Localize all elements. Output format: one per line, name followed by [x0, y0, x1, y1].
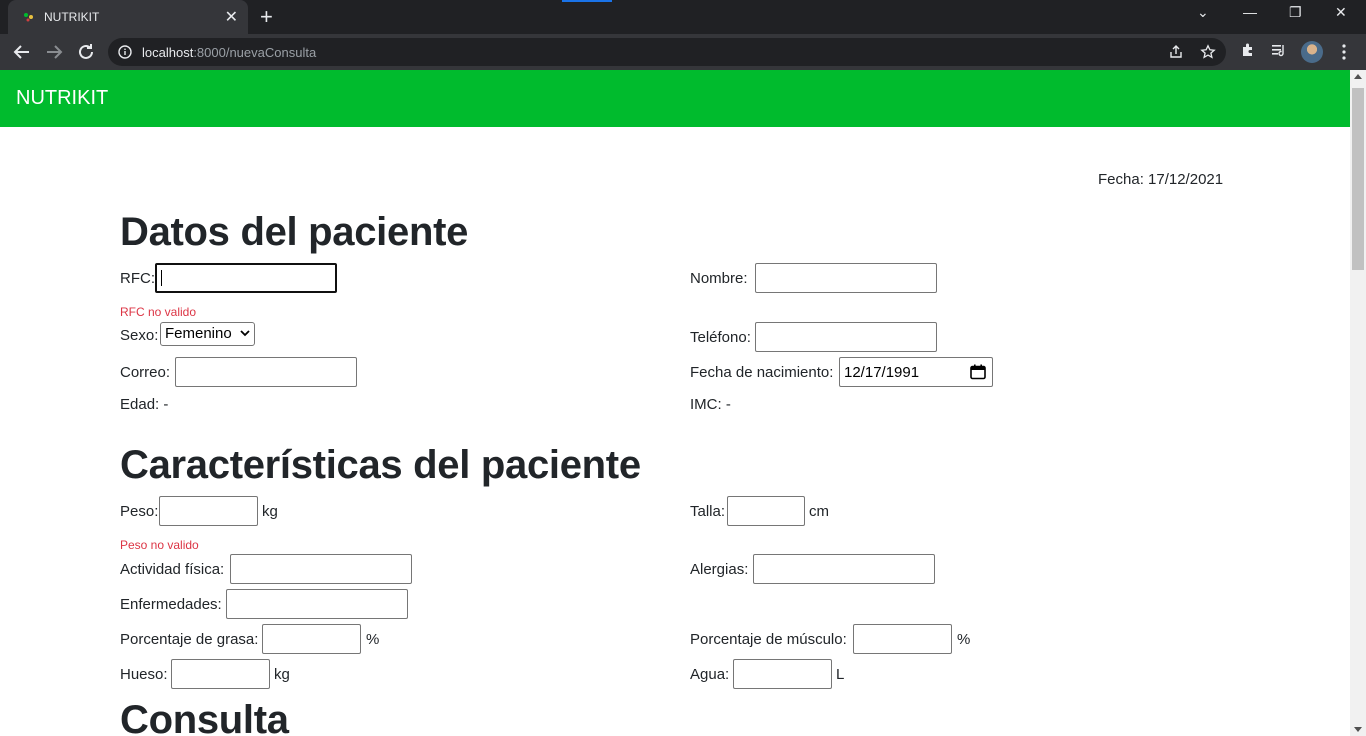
- address-bar[interactable]: localhost:8000/nuevaConsulta: [108, 38, 1226, 66]
- reload-icon[interactable]: [74, 40, 98, 64]
- browser-tab-bar: NUTRIKIT ✕ + ⌄ — ❐ ✕: [0, 0, 1366, 34]
- browser-tab[interactable]: NUTRIKIT ✕: [8, 0, 248, 34]
- scrollbar-thumb[interactable]: [1352, 88, 1364, 270]
- nombre-label: Nombre:: [690, 270, 748, 287]
- agua-input[interactable]: [733, 659, 832, 689]
- bookmark-star-icon[interactable]: [1200, 44, 1216, 60]
- page-scrollbar[interactable]: [1350, 70, 1366, 736]
- sexo-selected: Femenino: [165, 325, 232, 342]
- minimize-button[interactable]: —: [1243, 4, 1257, 20]
- browser-menu-icon[interactable]: [1338, 42, 1350, 62]
- enfermedades-label: Enfermedades:: [120, 596, 222, 613]
- share-icon[interactable]: [1168, 44, 1184, 60]
- new-tab-button[interactable]: +: [260, 4, 273, 30]
- actividad-label: Actividad física:: [120, 561, 225, 578]
- media-queue-icon[interactable]: [1271, 42, 1287, 58]
- sexo-select[interactable]: Femenino: [160, 322, 255, 346]
- tab-search-icon[interactable]: ⌄: [1197, 4, 1209, 21]
- peso-input[interactable]: [159, 496, 258, 526]
- enfermedades-input[interactable]: [226, 589, 408, 619]
- grasa-unit: %: [366, 631, 380, 648]
- profile-avatar[interactable]: [1301, 41, 1323, 63]
- agua-label: Agua:: [690, 666, 730, 683]
- nombre-input[interactable]: [755, 263, 937, 293]
- alergias-label: Alergias:: [690, 561, 749, 578]
- hueso-label: Hueso:: [120, 666, 168, 683]
- musculo-label: Porcentaje de músculo:: [690, 631, 847, 648]
- section-title-datos: Datos del paciente: [120, 210, 469, 254]
- brand-link[interactable]: NUTRIKIT: [16, 87, 108, 110]
- window-close-button[interactable]: ✕: [1335, 4, 1347, 21]
- peso-label: Peso:: [120, 503, 159, 520]
- extensions-puzzle-icon[interactable]: [1240, 42, 1256, 58]
- scroll-up-arrow-icon[interactable]: [1354, 74, 1362, 79]
- hueso-unit: kg: [274, 666, 290, 683]
- correo-label: Correo:: [120, 364, 171, 381]
- consult-date: Fecha: 17/12/2021: [1098, 171, 1224, 188]
- url-text: localhost:8000/nuevaConsulta: [142, 45, 317, 60]
- alergias-input[interactable]: [753, 554, 935, 584]
- edad-text: Edad: -: [120, 396, 169, 413]
- musculo-input[interactable]: [853, 624, 952, 654]
- fecha-nacimiento-label: Fecha de nacimiento:: [690, 364, 834, 381]
- section-title-consulta: Consulta: [120, 698, 289, 736]
- rfc-input[interactable]: [155, 263, 337, 293]
- telefono-label: Teléfono:: [690, 329, 751, 346]
- chevron-down-icon: [240, 330, 250, 337]
- grasa-label: Porcentaje de grasa:: [120, 631, 259, 648]
- page-viewport: NUTRIKIT Fecha: 17/12/2021 Datos del pac…: [0, 70, 1366, 736]
- back-arrow-icon[interactable]: [10, 40, 34, 64]
- grasa-input[interactable]: [262, 624, 361, 654]
- text-caret: [161, 270, 162, 286]
- rfc-error: RFC no valido: [120, 305, 197, 319]
- app-navbar: NUTRIKIT: [0, 70, 1350, 127]
- browser-toolbar: localhost:8000/nuevaConsulta: [0, 34, 1366, 70]
- peso-error: Peso no valido: [120, 538, 199, 552]
- peso-unit: kg: [262, 503, 278, 520]
- fecha-nacimiento-value: 12/17/1991: [844, 364, 920, 381]
- tab-close-icon[interactable]: ✕: [225, 7, 238, 27]
- talla-input[interactable]: [727, 496, 805, 526]
- agua-unit: L: [836, 666, 845, 683]
- musculo-unit: %: [957, 631, 971, 648]
- site-favicon-icon: [24, 13, 33, 22]
- telefono-input[interactable]: [755, 322, 937, 352]
- sexo-label: Sexo:: [120, 327, 159, 344]
- rfc-label: RFC:: [120, 270, 155, 287]
- restore-button[interactable]: ❐: [1289, 4, 1302, 21]
- accent-strip: [562, 0, 612, 2]
- site-info-icon[interactable]: [118, 45, 132, 59]
- forward-arrow-icon[interactable]: [42, 40, 66, 64]
- tab-title: NUTRIKIT: [44, 10, 100, 24]
- section-title-caracteristicas: Características del paciente: [120, 443, 641, 487]
- scroll-down-arrow-icon[interactable]: [1354, 727, 1362, 732]
- imc-text: IMC: -: [690, 396, 731, 413]
- correo-input[interactable]: [175, 357, 357, 387]
- calendar-icon[interactable]: [970, 364, 986, 380]
- talla-unit: cm: [809, 503, 829, 520]
- fecha-nacimiento-input[interactable]: 12/17/1991: [839, 357, 993, 387]
- talla-label: Talla:: [690, 503, 726, 520]
- actividad-input[interactable]: [230, 554, 412, 584]
- hueso-input[interactable]: [171, 659, 270, 689]
